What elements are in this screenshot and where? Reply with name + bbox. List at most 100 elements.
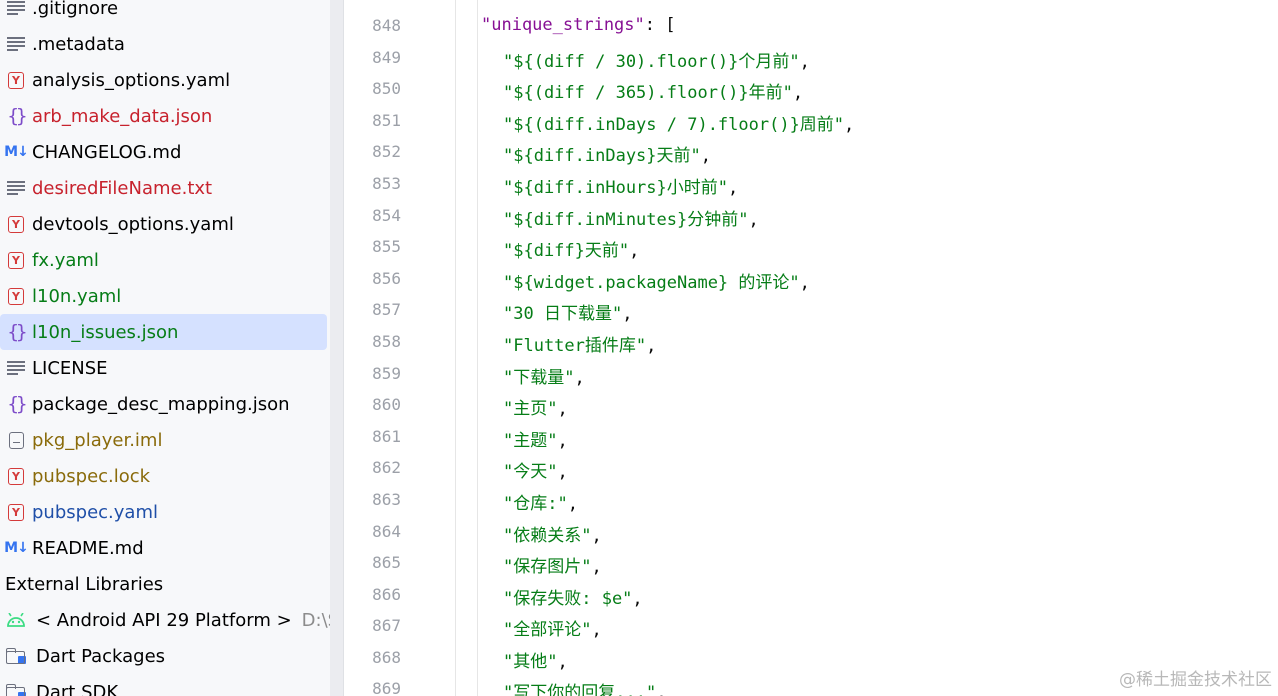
json-string-text: "${(diff.inDays / 7).floor()}周前", xyxy=(503,110,854,135)
project-file-item[interactable]: .gitignore xyxy=(0,0,330,26)
code-editor[interactable]: 848 "unique_strings": [849 "${(diff / 30).… xyxy=(344,0,1278,696)
library-item[interactable]: < Android API 29 Platform > D:\SDK xyxy=(0,602,330,638)
json-comma: , xyxy=(567,493,578,514)
file-name-label: l10n.yaml xyxy=(32,285,122,307)
json-comma: , xyxy=(632,588,643,609)
code-line: 853 "${diff.inHours}小时前", xyxy=(344,168,1278,200)
line-number: 857 xyxy=(372,300,401,320)
line-number: 864 xyxy=(372,521,401,541)
project-file-item[interactable]: Yfx.yaml xyxy=(0,242,330,278)
file-name-label: pubspec.yaml xyxy=(32,501,158,523)
file-name-label: CHANGELOG.md xyxy=(32,141,182,163)
json-comma: , xyxy=(799,51,810,72)
file-name-label: l10n_issues.json xyxy=(32,321,179,343)
line-number: 852 xyxy=(372,142,401,162)
json-string-value: "${diff.inMinutes}分钟前" xyxy=(503,209,749,230)
code-line: 848 "unique_strings": [ xyxy=(344,10,1278,42)
project-file-item[interactable]: .metadata xyxy=(0,26,330,62)
file-name-label: package_desc_mapping.json xyxy=(32,393,290,415)
project-file-item[interactable]: M↓ CHANGELOG.md xyxy=(0,134,330,170)
json-key-text: "unique_strings": [ xyxy=(481,15,675,35)
line-number: 866 xyxy=(372,584,401,604)
markdown-file-icon: M↓ xyxy=(4,540,29,556)
line-number: 862 xyxy=(372,458,401,478)
file-name-label: pkg_player.iml xyxy=(32,429,163,451)
json-file-icon: {} xyxy=(7,321,28,343)
json-comma: , xyxy=(656,683,667,696)
json-comma: , xyxy=(591,620,602,641)
json-string-value: "${diff.inDays}天前" xyxy=(503,146,701,167)
json-comma: , xyxy=(591,525,602,546)
project-file-item[interactable]: {} arb_make_data.json xyxy=(0,98,330,134)
json-string-value: "Flutter插件库" xyxy=(503,335,647,356)
json-comma: , xyxy=(557,462,568,483)
code-line: 855 "${diff}天前", xyxy=(344,231,1278,263)
json-string-value: "30 日下载量" xyxy=(503,304,623,325)
code-line: 862 "今天", xyxy=(344,452,1278,484)
json-comma: , xyxy=(591,557,602,578)
project-file-item[interactable]: Yl10n.yaml xyxy=(0,278,330,314)
line-number: 853 xyxy=(372,173,401,193)
code-line: 858 "Flutter插件库", xyxy=(344,326,1278,358)
file-name-label: desiredFileName.txt xyxy=(32,177,213,199)
line-number: 850 xyxy=(372,79,401,99)
json-comma: , xyxy=(574,367,585,388)
line-number: 863 xyxy=(372,489,401,509)
json-string-text: "保存图片", xyxy=(503,552,602,577)
json-string-value: "${diff}天前" xyxy=(503,241,630,262)
json-string-text: "${diff.inMinutes}分钟前", xyxy=(503,205,759,230)
line-number: 854 xyxy=(372,205,401,225)
json-comma: , xyxy=(792,83,804,104)
text-file-icon xyxy=(5,33,27,55)
project-file-item[interactable]: M↓ README.md xyxy=(0,530,330,566)
line-number: 858 xyxy=(372,331,401,351)
external-libraries-node[interactable]: External Libraries xyxy=(0,566,330,602)
json-string-value: "主题" xyxy=(503,430,558,451)
project-file-item[interactable]: desiredFileName.txt xyxy=(0,170,330,206)
json-comma: , xyxy=(557,430,568,451)
library-item[interactable]: Dart SDK xyxy=(0,674,330,696)
json-string-text: "主页", xyxy=(503,394,568,419)
json-string-value: "写下你的回复..." xyxy=(503,683,657,696)
gitignore-icon xyxy=(5,0,27,19)
json-string-text: "${diff}天前", xyxy=(503,236,639,261)
project-file-item[interactable]: {} l10n_issues.json xyxy=(0,314,327,350)
project-file-item[interactable]: LICENSE xyxy=(0,350,330,386)
code-line: 852 "${diff.inDays}天前", xyxy=(344,136,1278,168)
json-comma: , xyxy=(622,304,633,325)
panel-splitter[interactable] xyxy=(330,0,344,696)
project-file-item[interactable]: Ypubspec.lock xyxy=(0,458,330,494)
file-name-label: arb_make_data.json xyxy=(32,105,213,127)
project-file-item[interactable]: {} package_desc_mapping.json xyxy=(0,386,330,422)
json-comma: , xyxy=(748,209,759,230)
json-string-text: "全部评论", xyxy=(503,615,602,640)
json-string-text: "30 日下载量", xyxy=(503,299,632,324)
line-number: 855 xyxy=(372,237,401,257)
code-line: 849 "${(diff / 30).floor()}个月前", xyxy=(344,42,1278,74)
code-line: 864 "依赖关系", xyxy=(344,516,1278,548)
file-name-label: pubspec.lock xyxy=(32,465,151,487)
json-string-value: "其他" xyxy=(503,651,558,672)
file-name-label: fx.yaml xyxy=(32,249,99,271)
iml-file-icon xyxy=(5,429,27,451)
file-name-label: analysis_options.yaml xyxy=(32,69,231,91)
file-name-label: .gitignore xyxy=(32,0,119,19)
code-line: 861 "主题", xyxy=(344,421,1278,453)
project-file-item[interactable]: pkg_player.iml xyxy=(0,422,330,458)
json-string-value: "${(diff / 365).floor()}年前" xyxy=(503,83,793,104)
json-file-icon: {} xyxy=(7,105,28,127)
json-key-name: "unique_strings" xyxy=(481,15,645,35)
project-file-item[interactable]: Ypubspec.yaml xyxy=(0,494,330,530)
json-string-text: "保存失败: $e", xyxy=(503,584,643,609)
json-comma: , xyxy=(799,272,810,293)
project-file-item[interactable]: Yanalysis_options.yaml xyxy=(0,62,330,98)
line-number: 849 xyxy=(372,47,401,67)
project-file-item[interactable]: Ydevtools_options.yaml xyxy=(0,206,330,242)
json-comma: , xyxy=(557,399,568,420)
line-number: 856 xyxy=(372,268,401,288)
watermark: @稀土掘金技术社区 xyxy=(1119,670,1272,690)
json-string-text: "写下你的回复...", xyxy=(503,678,666,696)
json-string-text: "仓库:", xyxy=(503,489,578,514)
library-item[interactable]: Dart Packages xyxy=(0,638,330,674)
library-path-hint: D:\SDK xyxy=(301,609,330,631)
